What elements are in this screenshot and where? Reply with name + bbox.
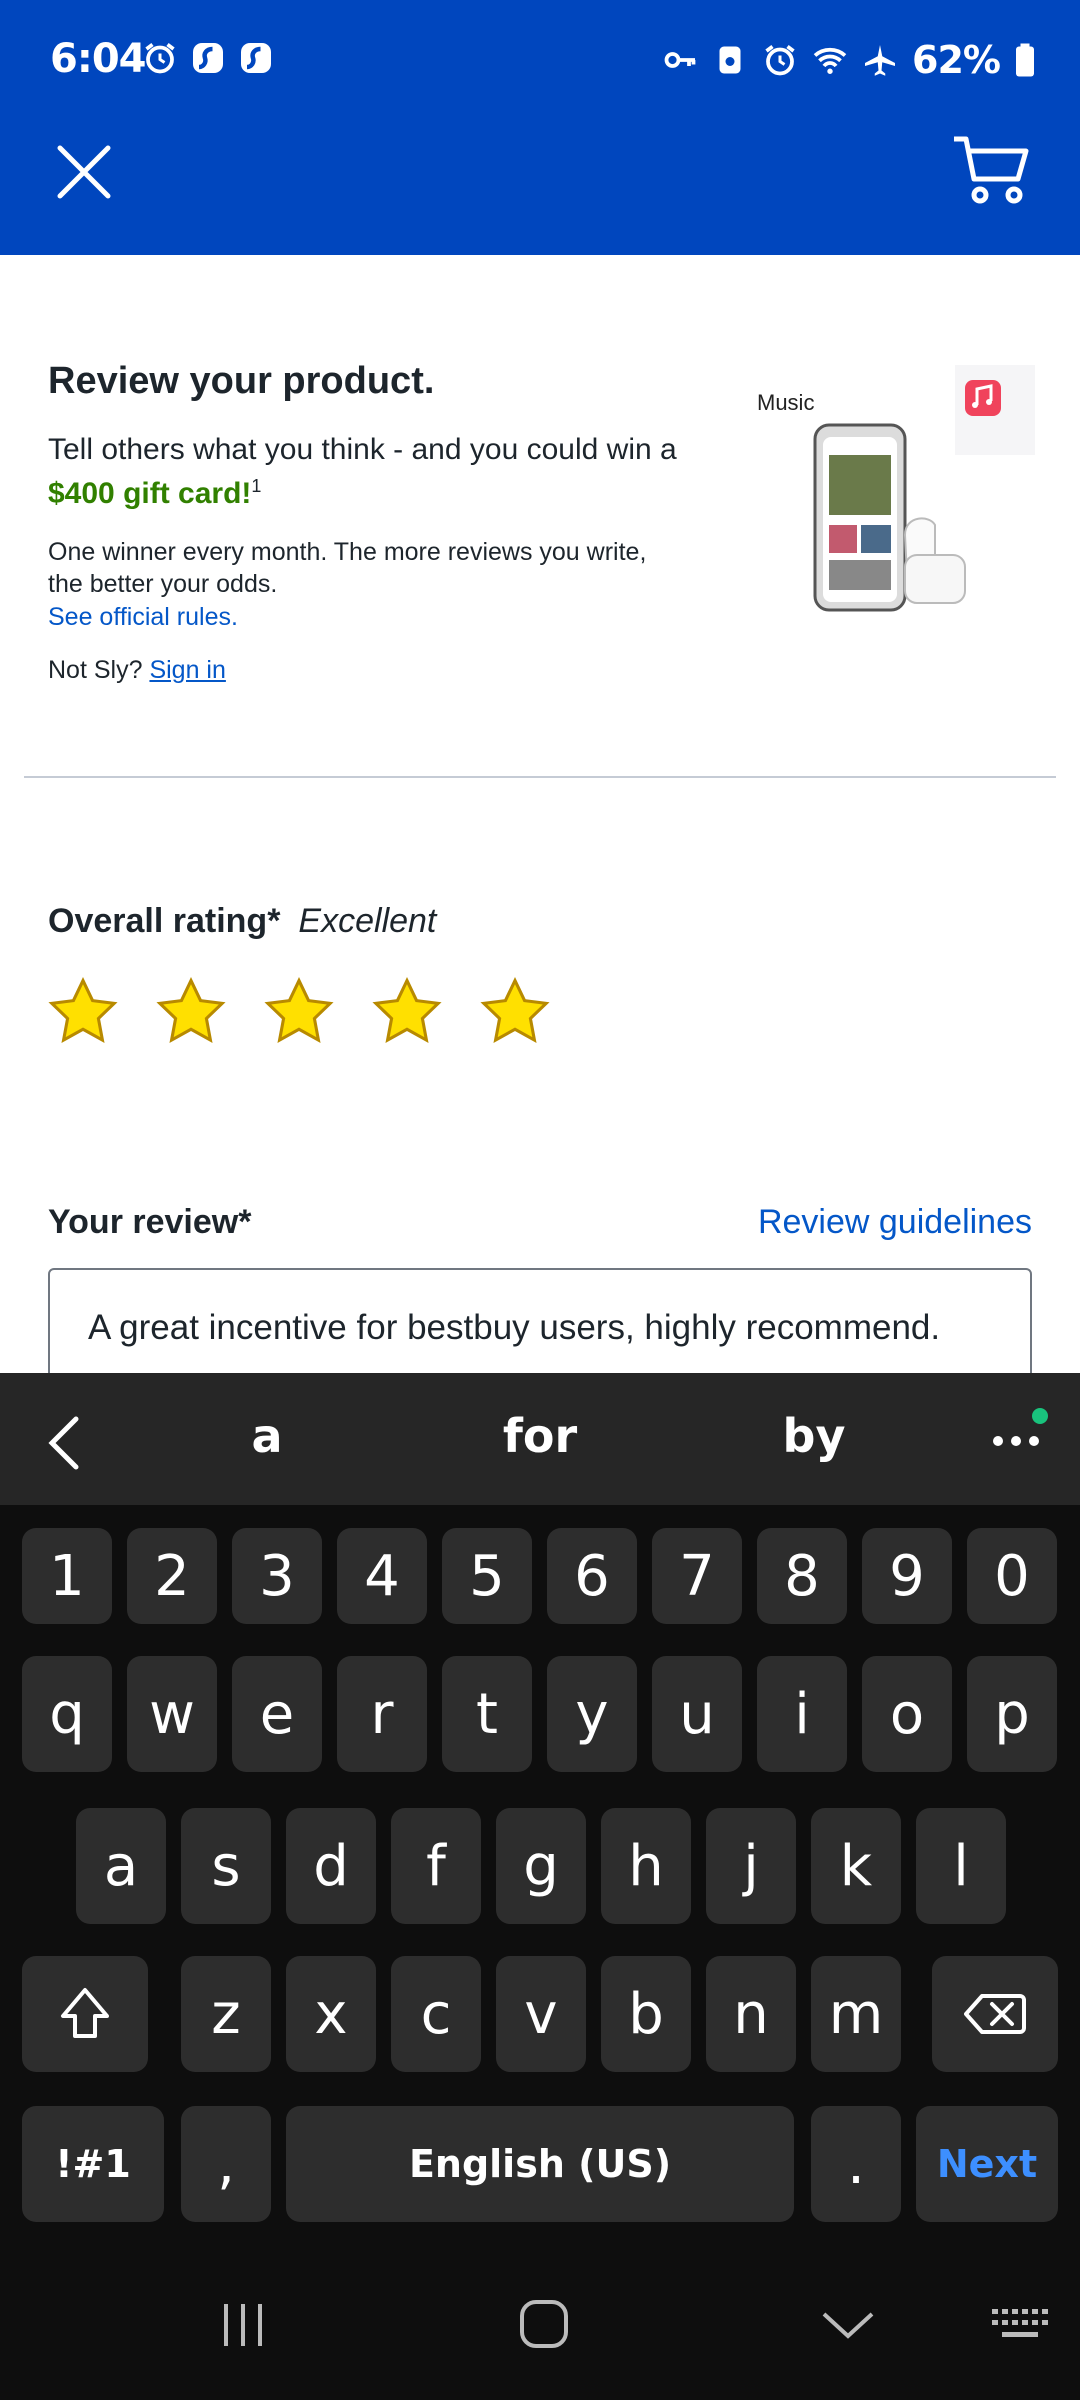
promo-label: Music xyxy=(757,390,814,415)
key-m[interactable]: m xyxy=(811,1956,901,2072)
notification-dot xyxy=(1032,1408,1048,1424)
alarm-icon xyxy=(145,43,175,74)
app-header: 6:04 62% xyxy=(0,0,1080,255)
not-user-line: Not Sly? Sign in xyxy=(48,656,226,684)
space-key[interactable]: English (US) xyxy=(286,2106,794,2222)
wifi-icon xyxy=(813,47,847,74)
battery-icon xyxy=(1016,43,1034,77)
overall-rating-label: Overall rating* Excellent xyxy=(48,902,437,940)
chevron-left-icon[interactable] xyxy=(44,1413,84,1473)
key-v[interactable]: v xyxy=(496,1956,586,2072)
comma-key[interactable]: , xyxy=(181,2106,271,2222)
gift-card-highlight: $400 gift card! xyxy=(48,477,252,510)
suggestion-word[interactable]: by xyxy=(714,1409,914,1463)
official-rules-link[interactable]: See official rules. xyxy=(48,603,238,631)
airplane-icon xyxy=(865,45,896,76)
symbols-key[interactable]: !#1 xyxy=(22,2106,164,2222)
key-2[interactable]: 2 xyxy=(127,1528,217,1624)
suggestion-bar: a for by xyxy=(0,1373,1080,1505)
period-key[interactable]: . xyxy=(811,2106,901,2222)
keyboard-switch-icon[interactable] xyxy=(990,2305,1050,2345)
key-s[interactable]: s xyxy=(181,1808,271,1924)
review-guidelines-link[interactable]: Review guidelines xyxy=(758,1203,1032,1242)
status-time: 6:04 xyxy=(50,36,146,82)
suggestion-word[interactable]: for xyxy=(440,1409,640,1463)
key-y[interactable]: y xyxy=(547,1656,637,1772)
hide-keyboard-icon[interactable] xyxy=(820,2308,876,2344)
app-icon xyxy=(193,43,223,73)
key-w[interactable]: w xyxy=(127,1656,217,1772)
star-icon[interactable] xyxy=(478,975,552,1049)
on-screen-keyboard: a for by 1234567890qwertyuiopasdfghjklzx… xyxy=(0,1373,1080,2400)
rating-value-text: Excellent xyxy=(298,902,437,940)
shift-icon xyxy=(61,1988,109,2038)
key-r[interactable]: r xyxy=(337,1656,427,1772)
key-u[interactable]: u xyxy=(652,1656,742,1772)
sign-in-link[interactable]: Sign in xyxy=(149,656,225,684)
next-key[interactable]: Next xyxy=(916,2106,1058,2222)
key-p[interactable]: p xyxy=(967,1656,1057,1772)
status-bar: 6:04 62% xyxy=(0,0,1080,125)
review-textarea[interactable]: A great incentive for bestbuy users, hig… xyxy=(48,1268,1032,1388)
cart-icon[interactable] xyxy=(952,135,1030,207)
star-icon[interactable] xyxy=(154,975,228,1049)
key-1[interactable]: 1 xyxy=(22,1528,112,1624)
page-title: Review your product. xyxy=(48,360,435,402)
intro-small-text: One winner every month. The more reviews… xyxy=(48,538,647,598)
key-7[interactable]: 7 xyxy=(652,1528,742,1624)
key-n[interactable]: n xyxy=(706,1956,796,2072)
apple-music-promo-image: Music xyxy=(757,365,1035,612)
your-review-label: Your review* xyxy=(48,1203,252,1241)
suggestion-word[interactable]: a xyxy=(167,1409,367,1463)
system-nav-bar xyxy=(0,2250,1080,2400)
vpn-key-icon xyxy=(664,52,696,68)
key-4[interactable]: 4 xyxy=(337,1528,427,1624)
backspace-icon xyxy=(964,1994,1026,2034)
key-3[interactable]: 3 xyxy=(232,1528,322,1624)
key-t[interactable]: t xyxy=(442,1656,532,1772)
section-divider xyxy=(24,776,1056,778)
key-8[interactable]: 8 xyxy=(757,1528,847,1624)
home-icon[interactable] xyxy=(518,2298,570,2350)
key-j[interactable]: j xyxy=(706,1808,796,1924)
key-o[interactable]: o xyxy=(862,1656,952,1772)
sim-icon xyxy=(719,46,741,74)
key-k[interactable]: k xyxy=(811,1808,901,1924)
key-a[interactable]: a xyxy=(76,1808,166,1924)
more-options-icon[interactable] xyxy=(990,1431,1042,1451)
close-icon[interactable] xyxy=(52,140,116,204)
key-g[interactable]: g xyxy=(496,1808,586,1924)
star-icon[interactable] xyxy=(46,975,120,1049)
key-i[interactable]: i xyxy=(757,1656,847,1772)
review-text: A great incentive for bestbuy users, hig… xyxy=(88,1308,941,1347)
footnote-marker: 1 xyxy=(251,476,262,496)
key-c[interactable]: c xyxy=(391,1956,481,2072)
key-b[interactable]: b xyxy=(601,1956,691,2072)
star-icon[interactable] xyxy=(370,975,444,1049)
key-9[interactable]: 9 xyxy=(862,1528,952,1624)
star-icon[interactable] xyxy=(262,975,336,1049)
app-icon xyxy=(241,43,271,73)
key-6[interactable]: 6 xyxy=(547,1528,637,1624)
battery-percent: 62% xyxy=(912,38,1001,82)
backspace-key[interactable] xyxy=(932,1956,1058,2072)
recent-apps-icon[interactable] xyxy=(218,2300,268,2350)
key-0[interactable]: 0 xyxy=(967,1528,1057,1624)
key-x[interactable]: x xyxy=(286,1956,376,2072)
key-f[interactable]: f xyxy=(391,1808,481,1924)
intro-lead: Tell others what you think - and you cou… xyxy=(48,433,677,510)
key-d[interactable]: d xyxy=(286,1808,376,1924)
alarm-icon xyxy=(765,45,795,76)
shift-key[interactable] xyxy=(22,1956,148,2072)
key-l[interactable]: l xyxy=(916,1808,1006,1924)
key-e[interactable]: e xyxy=(232,1656,322,1772)
review-intro: Review your product. Tell others what yo… xyxy=(48,360,688,685)
star-rating[interactable] xyxy=(46,975,552,1049)
key-z[interactable]: z xyxy=(181,1956,271,2072)
key-h[interactable]: h xyxy=(601,1808,691,1924)
key-q[interactable]: q xyxy=(22,1656,112,1772)
key-5[interactable]: 5 xyxy=(442,1528,532,1624)
